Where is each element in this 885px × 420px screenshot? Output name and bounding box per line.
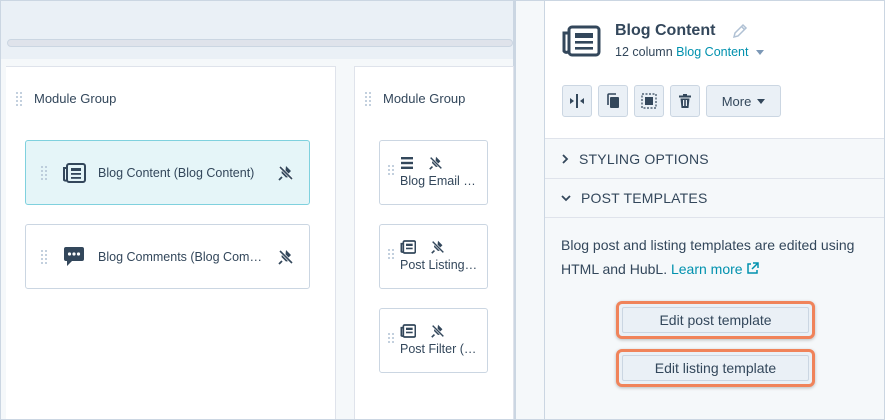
- module-post-listing[interactable]: Post Listing…: [379, 224, 488, 289]
- module-label: Post Listing…: [400, 258, 478, 272]
- more-dropdown-button[interactable]: More: [706, 85, 781, 117]
- clone-button[interactable]: [598, 85, 628, 117]
- module-blog-content[interactable]: Blog Content (Blog Content): [25, 140, 310, 205]
- drag-handle-icon[interactable]: [16, 91, 22, 106]
- post-templates-section[interactable]: POST TEMPLATES: [545, 178, 884, 218]
- split-icon: [570, 94, 584, 108]
- trash-icon: [679, 94, 691, 108]
- module-group-title: Module Group: [383, 91, 466, 106]
- post-templates-description: Blog post and listing templates are edit…: [561, 233, 881, 281]
- module-blog-comments[interactable]: Blog Comments (Blog Com…: [25, 224, 310, 289]
- module-label: Blog Email …: [400, 174, 476, 188]
- drag-handle-icon[interactable]: [41, 249, 47, 264]
- chevron-right-icon: [562, 153, 569, 164]
- section-title: POST TEMPLATES: [581, 190, 708, 206]
- module-type-dropdown[interactable]: Blog Content: [676, 45, 748, 59]
- horizontal-scrollbar[interactable]: [7, 39, 513, 47]
- module-group-1: Module Group Blog Content (Blog Content): [6, 66, 336, 419]
- delete-button[interactable]: [670, 85, 700, 117]
- chevron-down-icon: [561, 195, 571, 202]
- newspaper-icon: [562, 25, 601, 57]
- unpin-icon[interactable]: [430, 239, 446, 255]
- canvas-top-strip: [1, 1, 516, 59]
- column-count: 12 column: [615, 45, 673, 59]
- chevron-down-icon: [757, 98, 766, 104]
- edit-listing-template-button[interactable]: Edit listing template: [622, 355, 809, 381]
- module-group-title: Module Group: [34, 91, 117, 106]
- module-label: Post Filter (…: [400, 342, 477, 356]
- panel-title: Blog Content: [615, 22, 716, 39]
- drag-handle-icon[interactable]: [365, 91, 371, 106]
- newspaper-icon: [400, 324, 416, 338]
- page-frame: Module Group Blog Content (Blog Content): [0, 0, 885, 420]
- list-icon: [401, 157, 413, 169]
- unpin-icon[interactable]: [277, 248, 295, 266]
- module-post-filter[interactable]: Post Filter (…: [379, 308, 488, 373]
- newspaper-icon: [400, 240, 416, 254]
- edit-post-template-highlight: Edit post template: [616, 301, 815, 339]
- module-blog-email[interactable]: Blog Email …: [379, 140, 488, 205]
- styling-options-section[interactable]: STYLING OPTIONS: [545, 138, 884, 178]
- module-group-header: Module Group: [16, 91, 116, 106]
- wrap-group-button[interactable]: [634, 85, 664, 117]
- drag-handle-icon[interactable]: [388, 165, 394, 175]
- module-group-header: Module Group: [365, 91, 465, 106]
- drag-handle-icon[interactable]: [388, 333, 394, 343]
- chat-bubble-icon: [62, 245, 86, 269]
- external-link-icon[interactable]: [746, 262, 759, 275]
- drag-handle-icon[interactable]: [388, 249, 394, 259]
- newspaper-icon: [62, 161, 86, 185]
- unpin-icon[interactable]: [430, 323, 446, 339]
- unpin-icon[interactable]: [428, 155, 444, 171]
- section-title: STYLING OPTIONS: [579, 150, 709, 167]
- drag-handle-icon[interactable]: [41, 165, 47, 180]
- module-label: Blog Comments (Blog Com…: [98, 249, 262, 264]
- layout-canvas: Module Group Blog Content (Blog Content): [1, 1, 544, 419]
- module-inspector-panel: Blog Content 12 column Blog Content More…: [544, 1, 884, 419]
- chevron-down-icon[interactable]: [756, 50, 765, 56]
- learn-more-link[interactable]: Learn more: [671, 261, 743, 277]
- pencil-icon[interactable]: [732, 23, 748, 39]
- more-label: More: [721, 93, 752, 109]
- panel-subtitle: 12 column Blog Content: [615, 45, 765, 59]
- edit-post-template-button[interactable]: Edit post template: [622, 307, 809, 333]
- panel-header: Blog Content 12 column Blog Content More: [545, 1, 884, 138]
- module-group-2: Module Group Blog Email … Post Listing… …: [354, 66, 514, 419]
- module-label: Blog Content (Blog Content): [98, 165, 255, 180]
- group-icon: [641, 93, 657, 109]
- module-toolbar: More: [562, 85, 781, 117]
- edit-listing-template-highlight: Edit listing template: [616, 349, 815, 387]
- unpin-icon[interactable]: [277, 164, 295, 182]
- split-button[interactable]: [562, 85, 592, 117]
- copy-icon: [607, 93, 619, 108]
